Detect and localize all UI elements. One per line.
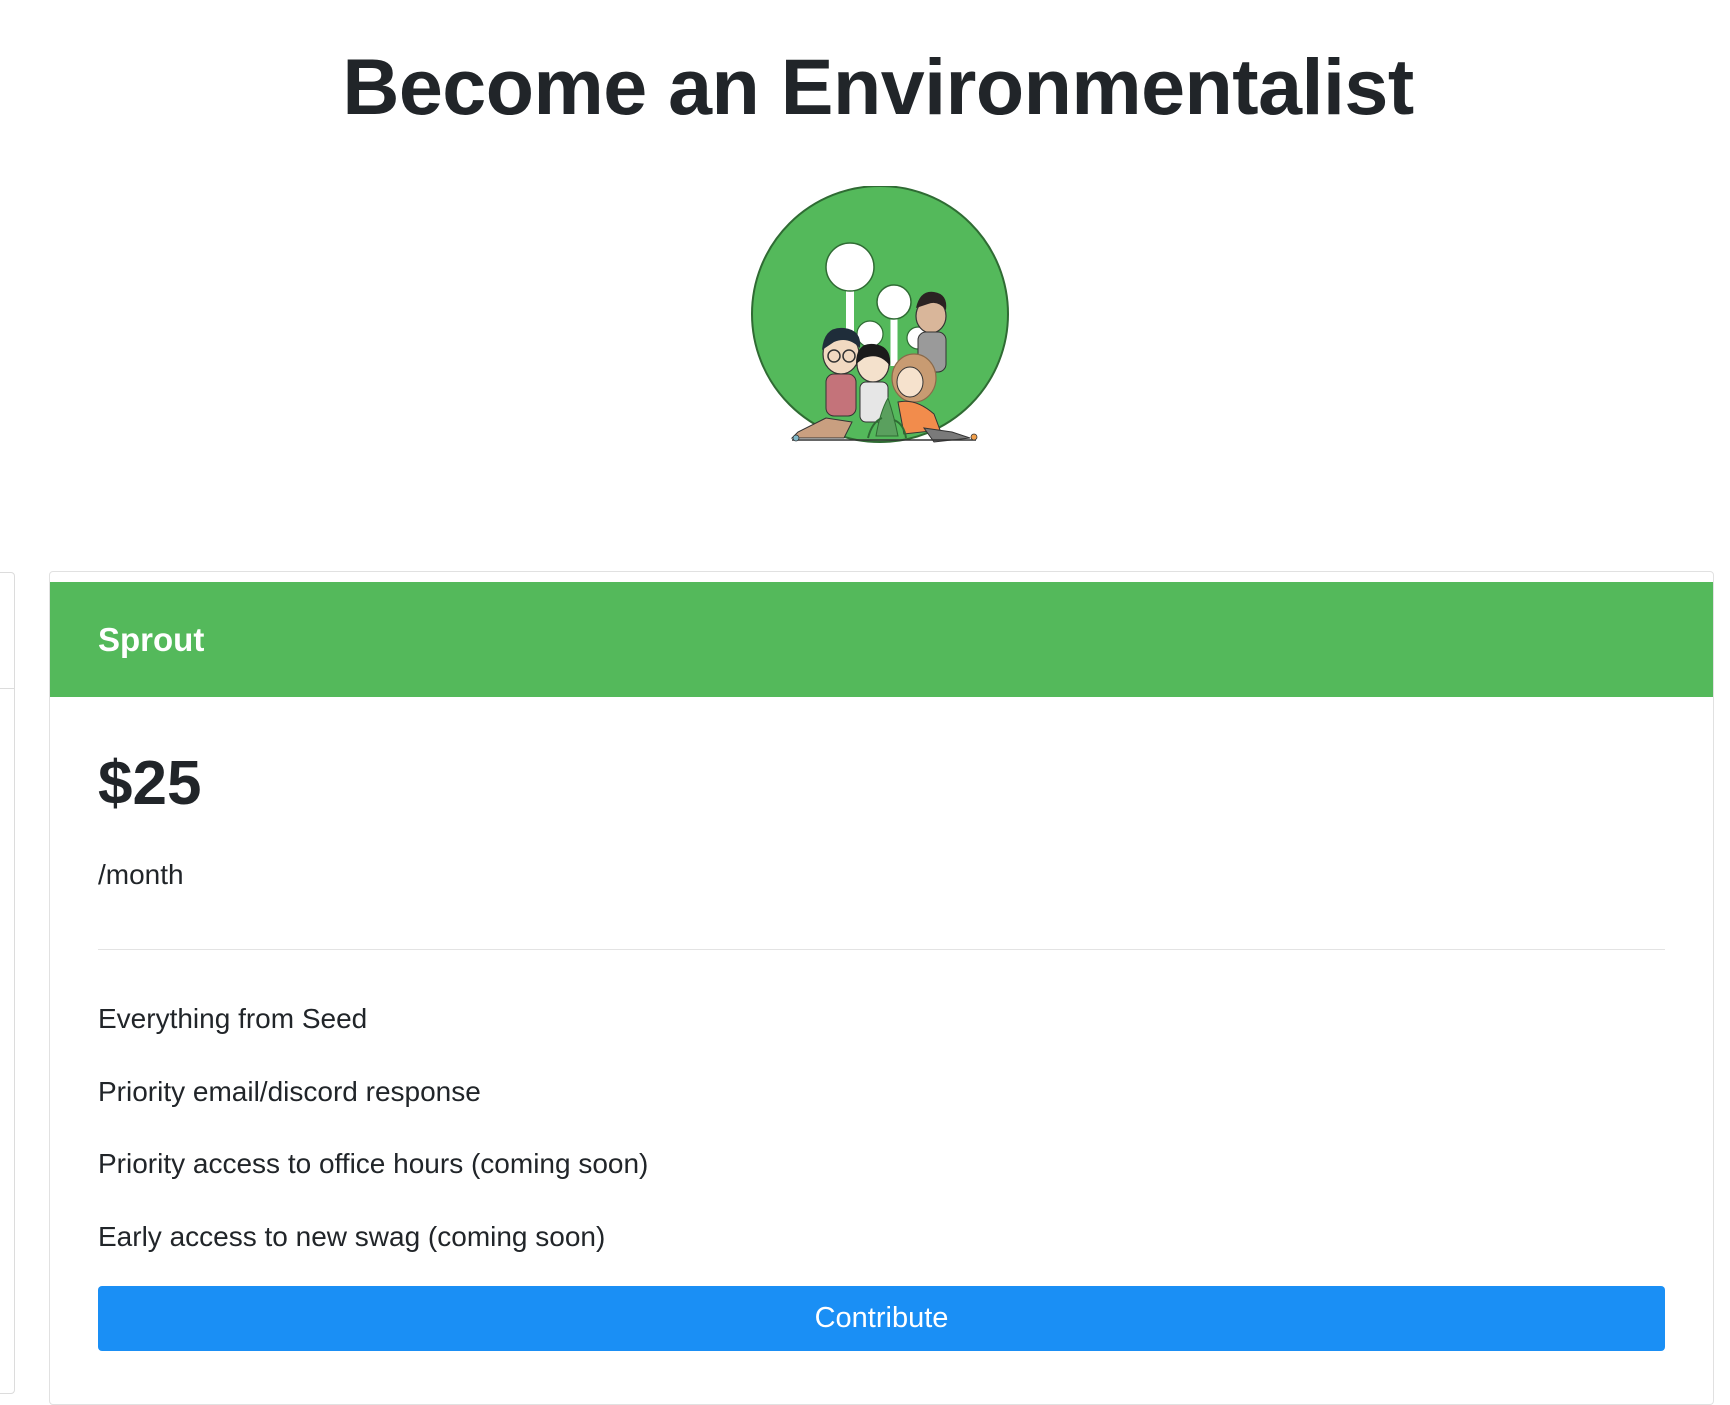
feature-item: Priority access to office hours (coming … xyxy=(98,1148,649,1179)
page-title: Become an Environmentalist xyxy=(342,42,1414,131)
contribute-button[interactable]: Contribute xyxy=(98,1286,1665,1351)
tier-period: /month xyxy=(98,859,184,890)
previous-tier-card-edge xyxy=(0,572,15,1394)
divider xyxy=(98,949,1665,950)
feature-item: Early access to new swag (coming soon) xyxy=(98,1220,606,1252)
feature-item: Everything from Seed xyxy=(98,1003,368,1034)
tier-price: $25 xyxy=(98,749,202,818)
tier-card-sprout: Sprout $25 /month Everything from Seed P… xyxy=(49,571,1714,1405)
feature-list: Everything from Seed Priority email/disc… xyxy=(98,1002,648,1292)
tier-name: Sprout xyxy=(50,582,1713,697)
feature-item: Priority email/discord response xyxy=(98,1075,481,1107)
environmentalist-logo-icon xyxy=(748,186,1012,454)
